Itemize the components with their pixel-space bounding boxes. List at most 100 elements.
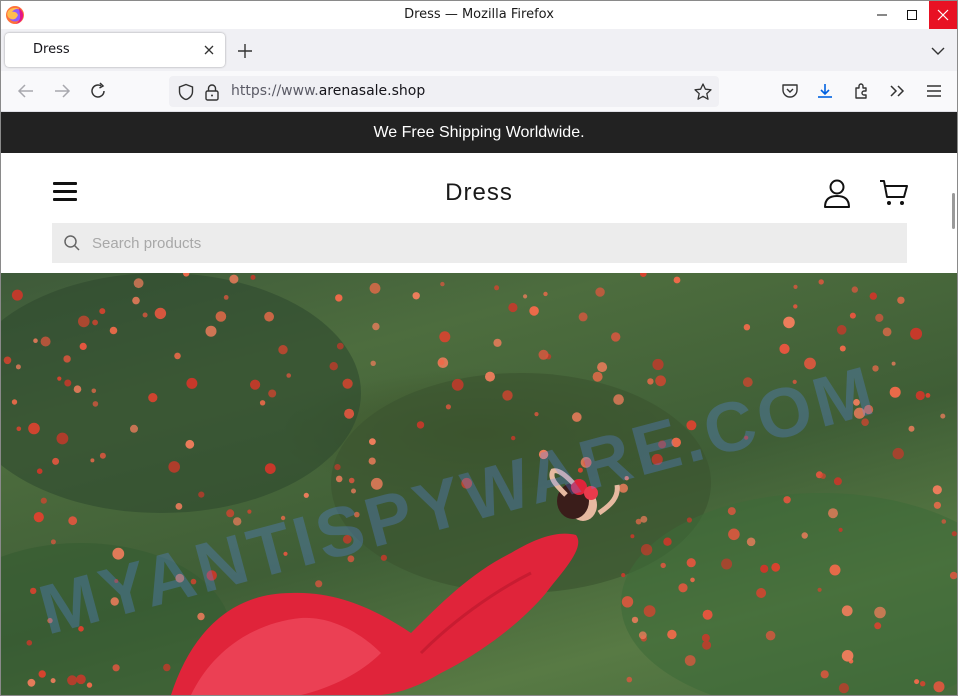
product-search-bar[interactable] xyxy=(52,223,907,263)
poppy-flower xyxy=(205,325,217,337)
poppy-flower xyxy=(38,670,46,678)
poppy-flower xyxy=(132,296,140,305)
poppy-flower xyxy=(889,386,901,398)
minimize-button[interactable] xyxy=(867,1,897,29)
bookmark-star-icon[interactable] xyxy=(693,82,713,102)
poppy-flower xyxy=(829,564,841,576)
poppy-flower xyxy=(109,326,118,335)
maximize-button[interactable] xyxy=(897,1,927,29)
search-input[interactable] xyxy=(92,223,892,263)
poppy-flower xyxy=(329,362,338,371)
poppy-flower xyxy=(247,509,252,514)
poppy-flower xyxy=(701,633,710,642)
poppy-flower xyxy=(91,388,97,394)
poppy-flower xyxy=(133,278,144,289)
poppy-flower xyxy=(538,449,549,460)
poppy-flower xyxy=(933,501,942,509)
poppy-flower xyxy=(933,681,945,693)
downloads-icon[interactable] xyxy=(815,81,835,101)
poppy-flower xyxy=(30,587,37,595)
poppy-flower xyxy=(529,306,539,316)
poppy-flower xyxy=(78,626,84,632)
poppy-flower xyxy=(686,420,697,431)
close-tab-icon[interactable] xyxy=(201,42,217,58)
poppy-flower xyxy=(673,276,681,284)
poppy-flower xyxy=(793,304,798,309)
poppy-flower xyxy=(511,435,516,441)
site-header: Dress xyxy=(1,153,957,273)
forward-arrow-icon[interactable] xyxy=(52,81,72,101)
poppy-flower xyxy=(351,488,356,494)
poppy-flower xyxy=(370,477,383,490)
poppy-flower xyxy=(250,274,256,280)
poppy-flower xyxy=(872,365,879,372)
site-logo-text[interactable]: Dress xyxy=(1,179,957,207)
overflow-chevrons-icon[interactable] xyxy=(887,81,907,101)
poppy-flower xyxy=(621,596,634,608)
shield-icon[interactable] xyxy=(177,83,195,101)
poppy-flower xyxy=(658,440,667,449)
back-arrow-icon[interactable] xyxy=(16,81,36,101)
menu-hamburger-icon[interactable] xyxy=(924,81,944,101)
poppy-flower xyxy=(660,562,666,569)
poppy-flower xyxy=(342,534,352,544)
poppy-flower xyxy=(369,282,381,294)
poppy-flower xyxy=(502,390,513,401)
poppy-flower xyxy=(28,422,40,435)
poppy-flower xyxy=(861,418,869,426)
tab-dress[interactable]: Dress xyxy=(5,33,225,67)
poppy-flower xyxy=(647,378,654,385)
poppy-flower xyxy=(439,331,451,343)
poppy-flower xyxy=(578,312,588,322)
poppy-flower xyxy=(702,609,713,620)
poppy-flower xyxy=(686,517,693,523)
poppy-flower xyxy=(57,376,62,381)
poppy-flower xyxy=(99,308,106,315)
tab-strip: Dress xyxy=(1,29,957,71)
poppy-flower xyxy=(508,302,518,313)
poppy-flower xyxy=(56,432,69,445)
poppy-flower xyxy=(640,273,647,277)
poppy-flower xyxy=(756,588,767,598)
extensions-puzzle-icon[interactable] xyxy=(852,81,872,101)
url-text[interactable]: https://www.arenasale.shop xyxy=(231,83,425,99)
poppy-flower xyxy=(613,394,624,405)
lock-icon[interactable] xyxy=(204,83,220,101)
poppy-flower xyxy=(335,475,343,483)
chevron-down-icon[interactable] xyxy=(929,42,947,60)
poppy-flower xyxy=(27,678,36,687)
poppy-flower xyxy=(875,313,884,322)
poppy-flower xyxy=(268,389,277,398)
poppy-flower xyxy=(52,457,60,465)
poppy-flower xyxy=(640,515,648,523)
poppy-flower xyxy=(40,336,51,347)
poppy-flower xyxy=(744,435,749,440)
poppy-flower xyxy=(882,327,892,337)
poppy-flower xyxy=(874,622,882,630)
reload-icon[interactable] xyxy=(88,81,108,101)
poppy-flower xyxy=(250,379,261,390)
poppy-flower xyxy=(380,554,387,561)
window-title: Dress — Mozilla Firefox xyxy=(404,7,554,22)
poppy-flower xyxy=(925,393,931,398)
poppy-flower xyxy=(368,457,376,465)
poppy-flower xyxy=(583,458,592,467)
tab-title: Dress xyxy=(33,42,70,57)
poppy-flower xyxy=(114,579,119,583)
pocket-icon[interactable] xyxy=(780,81,800,101)
poppy-flower xyxy=(869,292,877,300)
address-bar[interactable]: https://www.arenasale.shop xyxy=(169,76,719,107)
user-icon[interactable] xyxy=(823,178,851,208)
new-tab-icon[interactable] xyxy=(235,41,255,61)
poppy-flower xyxy=(742,377,753,388)
cart-icon[interactable] xyxy=(879,179,909,207)
poppy-flower xyxy=(197,612,205,621)
poppy-flower xyxy=(817,587,822,592)
poppy-flower xyxy=(286,373,292,378)
maximize-icon xyxy=(907,10,917,20)
poppy-flower xyxy=(638,631,647,640)
close-window-button[interactable] xyxy=(929,1,957,29)
page-scrollbar[interactable] xyxy=(952,193,955,229)
poppy-flower xyxy=(760,564,769,573)
poppy-flower xyxy=(771,562,781,572)
